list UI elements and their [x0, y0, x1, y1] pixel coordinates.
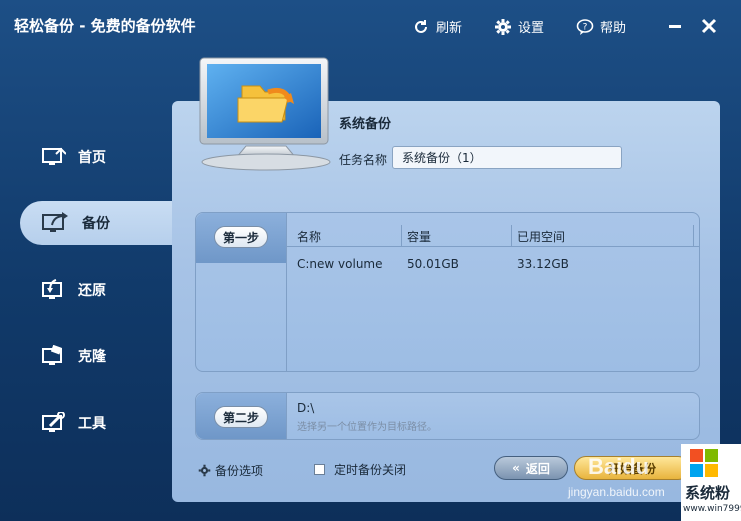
tools-icon — [42, 412, 65, 432]
table-row[interactable]: C:new volume 50.01GB 33.12GB — [287, 257, 699, 275]
sidebar-item-restore[interactable]: 还原 — [20, 268, 172, 312]
page-title: 系统备份 — [339, 117, 392, 132]
close-button[interactable] — [697, 14, 721, 38]
svg-text:?: ? — [583, 22, 588, 32]
source-table: 名称 容量 已用空间 C:new volume 50.01GB 33.12GB — [286, 213, 699, 371]
back-button[interactable]: « 返回 — [494, 456, 568, 480]
column-header-used[interactable]: 已用空间 — [517, 228, 565, 245]
step2-button[interactable]: 第二步 — [214, 406, 268, 428]
schedule-checkbox[interactable] — [314, 464, 325, 475]
table-header: 名称 容量 已用空间 — [287, 225, 699, 247]
clone-icon — [42, 345, 62, 365]
destination-path: D:\ — [297, 401, 315, 415]
sidebar-item-label: 还原 — [78, 283, 106, 299]
task-name-label: 任务名称 — [339, 153, 388, 167]
step1-header: 第一步 — [196, 213, 286, 263]
site-watermark: 系统粉 www.win7999.com — [681, 444, 741, 521]
baidu-watermark-url: jingyan.baidu.com — [568, 485, 665, 499]
top-actions: 刷新 设置 ? 帮助 — [412, 17, 658, 36]
window-controls — [653, 14, 721, 38]
back-button-label: 返回 — [525, 461, 550, 476]
sidebar-item-label: 备份 — [82, 216, 110, 232]
restore-icon — [42, 279, 62, 299]
home-icon — [42, 147, 66, 165]
sidebar-item-backup[interactable]: 备份 — [20, 201, 172, 245]
column-header-capacity[interactable]: 容量 — [407, 228, 431, 245]
site-watermark-url: www.win7999.com — [683, 504, 741, 514]
windows-logo-icon — [690, 449, 718, 477]
task-name-input[interactable] — [392, 146, 622, 169]
destination-hint: 选择另一个位置作为目标路径。 — [297, 422, 437, 433]
step2-header: 第二步 — [196, 393, 286, 439]
sidebar-item-label: 克隆 — [78, 349, 106, 365]
sidebar-item-label: 工具 — [78, 416, 106, 432]
double-chevron-left-icon: « — [512, 461, 520, 475]
sidebar-item-label: 首页 — [78, 150, 106, 166]
settings-label: 设置 — [518, 21, 545, 36]
site-watermark-name: 系统粉 — [685, 484, 731, 502]
app-title: 轻松备份 - 免费的备份软件 — [14, 17, 196, 35]
sidebar-item-clone[interactable]: 克隆 — [20, 334, 172, 378]
baidu-watermark: Baidu jingyan.baidu.com — [566, 454, 684, 514]
column-header-name[interactable]: 名称 — [297, 228, 321, 245]
backup-options-link[interactable]: 备份选项 — [198, 462, 263, 479]
gear-icon — [198, 464, 211, 477]
sidebar-item-home[interactable]: 首页 — [20, 135, 172, 179]
destination-area[interactable]: D:\ 选择另一个位置作为目标路径。 — [286, 393, 699, 439]
sidebar-item-tools[interactable]: 工具 — [20, 401, 172, 445]
help-button[interactable]: ? 帮助 — [576, 17, 626, 36]
refresh-label: 刷新 — [436, 21, 463, 36]
title-bar: 轻松备份 - 免费的备份软件 刷新 设置 ? 帮助 — [0, 0, 741, 54]
close-icon — [701, 18, 717, 34]
refresh-button[interactable]: 刷新 — [412, 17, 462, 36]
column-divider — [401, 225, 402, 247]
column-divider — [693, 225, 694, 247]
backup-monitor-icon — [199, 57, 331, 171]
minimize-icon — [669, 25, 681, 28]
app-window: 轻松备份 - 免费的备份软件 刷新 设置 ? 帮助 首页 备份 还原 克隆 工具… — [0, 0, 741, 521]
partition-used: 33.12GB — [517, 257, 569, 271]
schedule-toggle: 定时备份关闭 — [314, 461, 406, 478]
backup-icon — [42, 212, 68, 232]
step1-panel: 第一步 名称 容量 已用空间 C:new volume 50.01GB 33.1… — [195, 212, 700, 372]
refresh-icon — [415, 19, 427, 33]
baidu-watermark-logo: Baidu — [588, 454, 650, 479]
column-divider — [511, 225, 512, 247]
partition-capacity: 50.01GB — [407, 257, 459, 271]
step2-panel: 第二步 D:\ 选择另一个位置作为目标路径。 — [195, 392, 700, 440]
help-label: 帮助 — [600, 21, 627, 36]
schedule-label: 定时备份关闭 — [334, 463, 407, 477]
help-icon: ? — [576, 18, 594, 35]
gear-icon — [495, 18, 512, 35]
partition-name: C:new volume — [297, 257, 383, 271]
backup-options-label: 备份选项 — [215, 464, 264, 478]
step1-button[interactable]: 第一步 — [214, 226, 268, 248]
settings-button[interactable]: 设置 — [494, 17, 544, 36]
minimize-button[interactable] — [663, 14, 687, 38]
